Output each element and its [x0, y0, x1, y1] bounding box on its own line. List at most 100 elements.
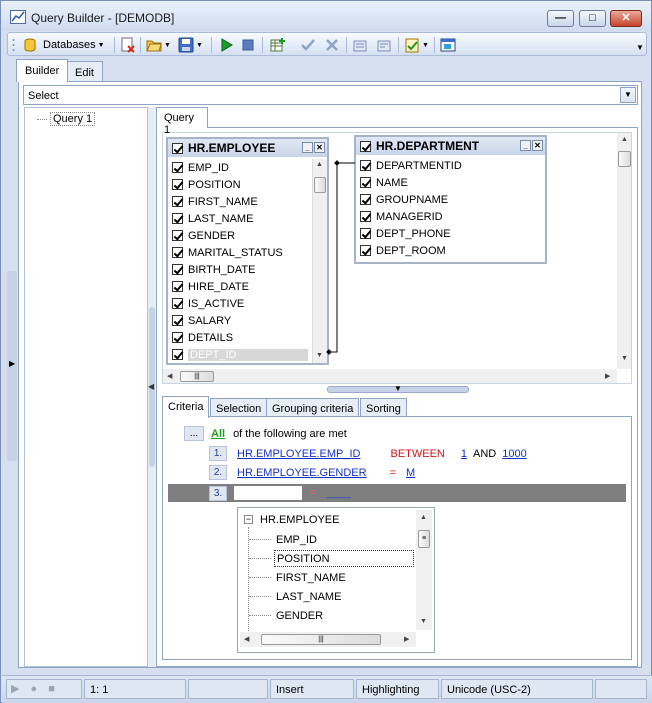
- stop-button[interactable]: [240, 37, 256, 53]
- minimize-table-icon[interactable]: _: [520, 140, 531, 151]
- table-field-row[interactable]: GROUPNAME: [356, 191, 545, 208]
- criteria-row-1[interactable]: 1. HR.EMPLOYEE.EMP_ID BETWEEN 1 AND 1000: [209, 446, 527, 461]
- table-select-all-checkbox[interactable]: [172, 142, 183, 154]
- criteria-value-1[interactable]: ____: [326, 487, 350, 499]
- scroll-thumb[interactable]: |||: [261, 634, 381, 645]
- query-type-select[interactable]: Select ▼: [23, 85, 638, 105]
- field-picker-item[interactable]: FIRST_NAME: [274, 569, 346, 586]
- relation-link[interactable]: [323, 155, 363, 355]
- criteria-value-2[interactable]: 1000: [502, 448, 526, 460]
- table-field-row[interactable]: DEPARTMENTID: [356, 157, 545, 174]
- field-checkbox[interactable]: [172, 349, 183, 360]
- criteria-field-link[interactable]: HR.EMPLOYEE.EMP_ID: [237, 448, 360, 460]
- field-checkbox[interactable]: [172, 264, 183, 275]
- scroll-right-icon[interactable]: ▶: [605, 372, 610, 380]
- maximize-button[interactable]: □: [579, 10, 606, 27]
- criteria-row-3[interactable]: 3. = ____: [209, 485, 351, 501]
- scroll-right-icon[interactable]: ▶: [404, 635, 409, 643]
- scroll-thumb[interactable]: |||: [180, 371, 214, 382]
- new-query-button[interactable]: [120, 37, 136, 53]
- quantifier-link[interactable]: All: [211, 428, 225, 440]
- table-field-row[interactable]: GENDER: [168, 227, 311, 244]
- field-checkbox[interactable]: [172, 230, 183, 241]
- field-picker-item[interactable]: POSITION: [274, 550, 414, 567]
- splitter-collapse-icon[interactable]: ▼: [394, 384, 402, 393]
- table-field-row[interactable]: LAST_NAME: [168, 210, 311, 227]
- query-tree-item[interactable]: Query 1: [37, 112, 96, 126]
- expand-left-icon[interactable]: ▶: [9, 359, 15, 368]
- criteria-row-2[interactable]: 2. HR.EMPLOYEE.GENDER = M: [209, 465, 415, 480]
- table-field-row[interactable]: DETAILS: [168, 329, 311, 346]
- field-picker-item[interactable]: GENDER: [274, 607, 323, 624]
- table-field-row[interactable]: BIRTH_DATE: [168, 261, 311, 278]
- criteria-value-1[interactable]: M: [406, 467, 415, 479]
- criteria-field-input[interactable]: [233, 485, 303, 501]
- minimize-button[interactable]: —: [547, 10, 574, 27]
- field-checkbox[interactable]: [172, 332, 183, 343]
- copy-query-button[interactable]: [352, 37, 368, 53]
- scroll-thumb[interactable]: [618, 151, 631, 167]
- field-checkbox[interactable]: [172, 315, 183, 326]
- field-checkbox[interactable]: [172, 162, 183, 173]
- field-checkbox[interactable]: [172, 213, 183, 224]
- toolbar-overflow-button[interactable]: ▼: [636, 39, 644, 55]
- criteria-menu-button[interactable]: ...: [184, 426, 204, 441]
- diagram-horizontal-scrollbar[interactable]: ◀ ||| ▶: [163, 369, 617, 383]
- play-icon[interactable]: ▶: [11, 683, 19, 695]
- tab-sorting[interactable]: Sorting: [360, 398, 407, 417]
- table-field-row[interactable]: HIRE_DATE: [168, 278, 311, 295]
- scroll-up-icon[interactable]: ▲: [420, 514, 427, 521]
- scroll-left-icon[interactable]: ◀: [244, 635, 249, 643]
- field-picker-item[interactable]: EMP_ID: [274, 531, 317, 548]
- execute-button[interactable]: [218, 37, 234, 53]
- stop-icon[interactable]: ■: [48, 683, 55, 695]
- close-table-icon[interactable]: ✕: [314, 142, 325, 153]
- criteria-value-1[interactable]: 1: [461, 448, 467, 460]
- field-checkbox[interactable]: [172, 298, 183, 309]
- diagram-vertical-scrollbar[interactable]: ▲ ▼: [617, 133, 631, 369]
- tree-root-label[interactable]: HR.EMPLOYEE: [260, 514, 339, 526]
- row-number[interactable]: 3.: [209, 485, 227, 501]
- table-field-row[interactable]: POSITION: [168, 176, 311, 193]
- scroll-down-icon[interactable]: ▼: [621, 355, 628, 362]
- tab-grouping-criteria[interactable]: Grouping criteria: [266, 398, 360, 417]
- row-number[interactable]: 1.: [209, 446, 227, 461]
- scroll-down-icon[interactable]: ▼: [420, 618, 427, 625]
- dropdown-horizontal-scrollbar[interactable]: ◀ ||| ▶: [240, 632, 416, 647]
- table-field-row[interactable]: NAME: [356, 174, 545, 191]
- table-field-row[interactable]: DEPT_ID: [168, 346, 311, 363]
- add-table-button[interactable]: [270, 37, 286, 53]
- table-hr-employee[interactable]: HR.EMPLOYEE _ ✕ EMP_ID POSITION FIRST_NAME L…: [166, 137, 329, 365]
- field-checkbox[interactable]: [172, 247, 183, 258]
- splitter-collapse-icon[interactable]: ◀: [148, 382, 154, 391]
- criteria-field-link[interactable]: HR.EMPLOYEE.GENDER: [237, 467, 367, 479]
- tab-builder[interactable]: Builder: [16, 59, 69, 82]
- scroll-left-icon[interactable]: ◀: [167, 372, 172, 380]
- field-checkbox[interactable]: [172, 196, 183, 207]
- table-select-all-checkbox[interactable]: [360, 140, 371, 152]
- table-header[interactable]: HR.DEPARTMENT _ ✕: [356, 137, 545, 155]
- scroll-up-icon[interactable]: ▲: [621, 136, 628, 143]
- tab-criteria[interactable]: Criteria: [162, 396, 210, 418]
- criteria-operator[interactable]: =: [390, 467, 396, 479]
- databases-dropdown-button[interactable]: Databases ▼: [22, 37, 105, 53]
- criteria-operator[interactable]: BETWEEN: [390, 448, 444, 460]
- field-picker-dropdown[interactable]: − HR.EMPLOYEE EMP_ID POSITION FIRST_NAME LA…: [237, 507, 435, 653]
- field-checkbox[interactable]: [172, 179, 183, 190]
- table-field-row[interactable]: DEPT_ROOM: [356, 242, 545, 259]
- row-number[interactable]: 2.: [209, 465, 227, 480]
- table-hr-department[interactable]: HR.DEPARTMENT _ ✕ DEPARTMENTID NAME GROUPNA…: [354, 135, 547, 264]
- dropdown-vertical-scrollbar[interactable]: ▲ ≡ ▼: [416, 510, 432, 630]
- tab-edit[interactable]: Edit: [66, 61, 103, 81]
- field-picker-item[interactable]: LAST_NAME: [274, 588, 341, 605]
- collapse-node-icon[interactable]: −: [244, 515, 253, 524]
- field-checkbox[interactable]: [172, 281, 183, 292]
- save-button[interactable]: ▼: [178, 37, 203, 53]
- criteria-operator[interactable]: =: [310, 487, 316, 499]
- table-field-row[interactable]: SALARY: [168, 312, 311, 329]
- tab-query-1[interactable]: Query 1: [156, 107, 208, 136]
- paste-query-button[interactable]: [376, 37, 392, 53]
- show-window-button[interactable]: [440, 37, 456, 53]
- table-header[interactable]: HR.EMPLOYEE _ ✕: [168, 139, 327, 157]
- tab-selection[interactable]: Selection: [210, 398, 268, 417]
